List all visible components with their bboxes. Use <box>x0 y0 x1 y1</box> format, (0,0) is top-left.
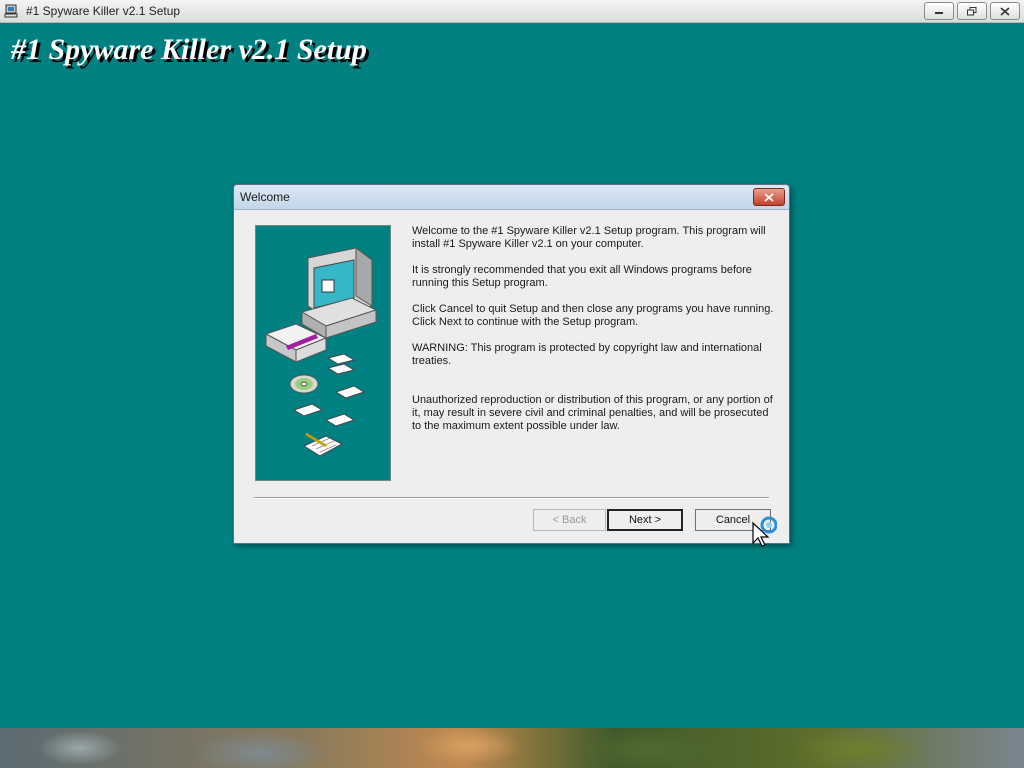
window-controls <box>924 2 1020 20</box>
restore-button[interactable] <box>957 2 987 20</box>
setup-app-icon <box>4 4 18 18</box>
desktop-wallpaper <box>0 728 1024 768</box>
warning-paragraph: WARNING: This program is protected by co… <box>412 342 762 367</box>
next-button[interactable]: Next > <box>607 509 683 531</box>
restore-icon <box>967 6 977 15</box>
welcome-dialog: Welcome Welcome to the #1 Spyware Killer… <box>233 184 790 547</box>
dialog-titlebar: Welcome <box>234 185 789 210</box>
setup-heading: #1 Spyware Killer v2.1 Setup <box>11 33 367 66</box>
close-icon <box>764 192 774 202</box>
welcome-paragraph: Welcome to the #1 Spyware Killer v2.1 Se… <box>412 225 766 250</box>
close-button[interactable] <box>990 2 1020 20</box>
minimize-button[interactable] <box>924 2 954 20</box>
setup-illustration-panel <box>255 225 391 481</box>
window-titlebar: #1 Spyware Killer v2.1 Setup <box>0 0 1024 23</box>
legal-paragraph: Unauthorized reproduction or distributio… <box>412 394 773 432</box>
dialog-divider <box>254 497 769 499</box>
instructions-paragraph: Click Cancel to quit Setup and then clos… <box>412 303 774 328</box>
dialog-close-button[interactable] <box>753 188 785 206</box>
busy-arrow-cursor-icon <box>752 516 777 547</box>
minimize-icon <box>935 12 943 14</box>
exit-programs-paragraph: It is strongly recommended that you exit… <box>412 264 752 289</box>
welcome-text: Welcome to the #1 Spyware Killer v2.1 Se… <box>412 225 774 446</box>
close-icon <box>1000 6 1010 16</box>
computer-disks-illustration <box>264 247 378 457</box>
back-button[interactable]: < Back <box>533 509 606 531</box>
dialog-title: Welcome <box>240 190 290 204</box>
window-title: #1 Spyware Killer v2.1 Setup <box>26 4 181 18</box>
